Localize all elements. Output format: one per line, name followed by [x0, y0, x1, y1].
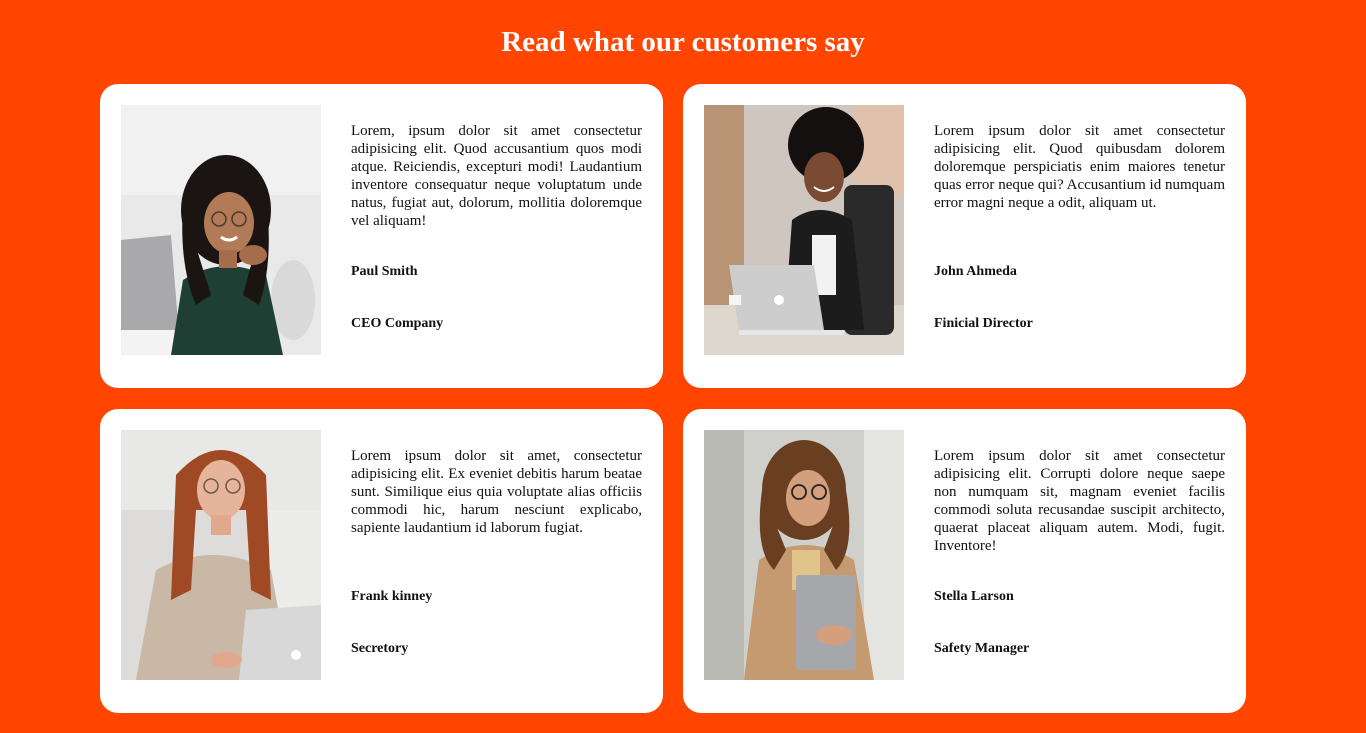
customer-name: Paul Smith	[351, 264, 418, 279]
customer-photo-john-ahmeda	[704, 105, 904, 355]
customer-role: CEO Company	[351, 316, 444, 331]
portrait-image	[121, 105, 321, 355]
testimonial-quote: Lorem ipsum dolor sit amet consectetur a…	[934, 448, 1225, 554]
customer-photo-paul-smith	[121, 105, 321, 355]
portrait-image	[704, 105, 904, 355]
portrait-image	[121, 430, 321, 680]
customer-role: Finicial Director	[934, 316, 1033, 331]
portrait-image	[704, 430, 904, 680]
testimonial-card-paul-smith: Lorem, ipsum dolor sit amet consectetur …	[100, 84, 663, 388]
testimonial-card-john-ahmeda: Lorem ipsum dolor sit amet consectetur a…	[683, 84, 1246, 388]
testimonial-card-frank-kinney: Lorem ipsum dolor sit amet, consectetur …	[100, 409, 663, 713]
testimonial-card-stella-larson: Lorem ipsum dolor sit amet consectetur a…	[683, 409, 1246, 713]
customer-name: Frank kinney	[351, 589, 433, 604]
testimonial-quote: Lorem ipsum dolor sit amet, consectetur …	[351, 448, 642, 536]
customer-role: Safety Manager	[934, 641, 1030, 656]
customer-photo-frank-kinney	[121, 430, 321, 680]
customer-role: Secretory	[351, 641, 409, 656]
customer-name: Stella Larson	[934, 589, 1014, 604]
page-heading: Read what our customers say	[501, 26, 865, 58]
customer-name: John Ahmeda	[934, 264, 1017, 279]
customer-photo-stella-larson	[704, 430, 904, 680]
testimonial-quote: Lorem ipsum dolor sit amet consectetur a…	[934, 123, 1225, 211]
testimonial-quote: Lorem, ipsum dolor sit amet consectetur …	[351, 123, 642, 229]
